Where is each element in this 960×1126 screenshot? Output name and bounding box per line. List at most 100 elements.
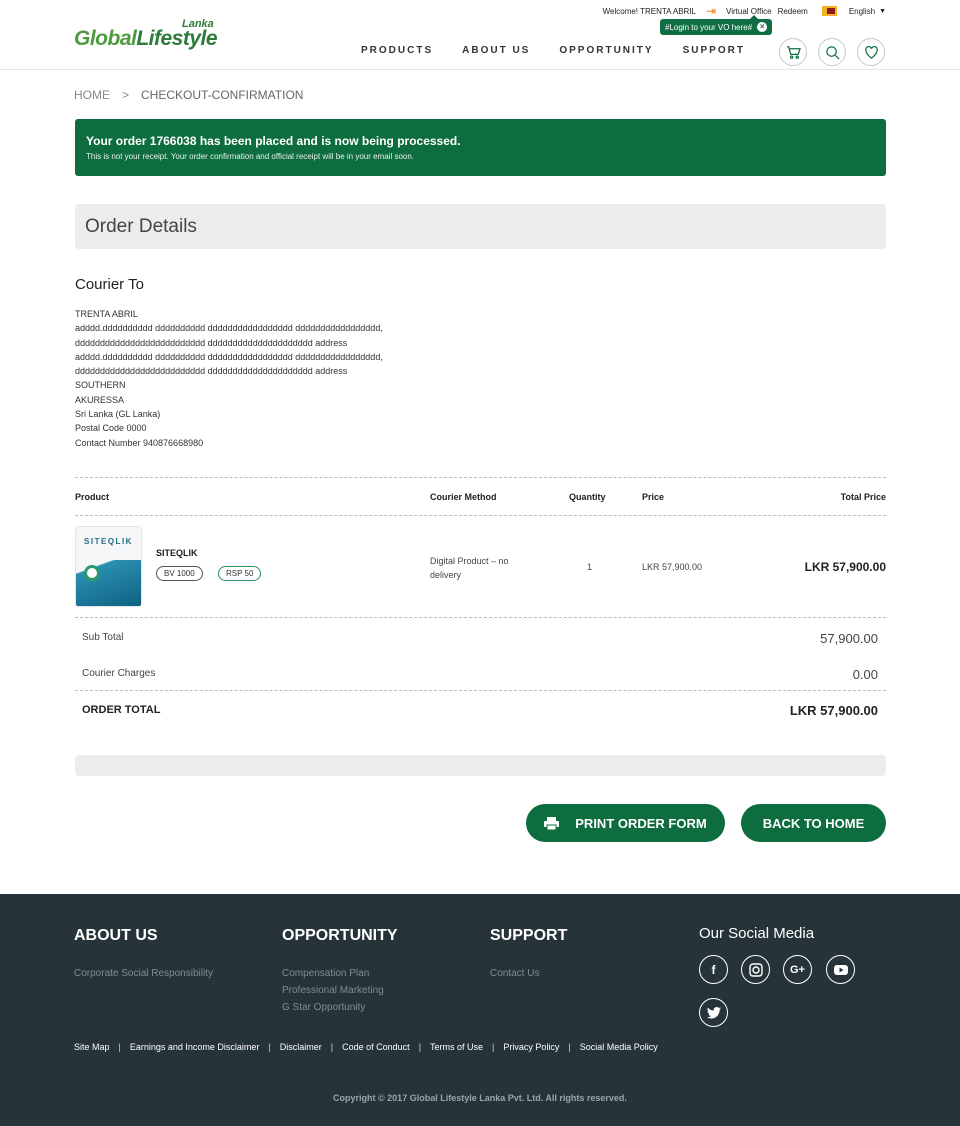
subtotal-label: Sub Total [82,632,124,643]
address-line: SOUTHERN [75,380,126,391]
footer-link-compensation[interactable]: Compensation Plan [282,965,398,982]
table-row: SITEQLIK SITEQLIK BV 1000 RSP 50 Digital… [75,516,886,618]
footer-bottom-links: Site Map | Earnings and Income Disclaimer… [74,1042,658,1052]
virtual-office-link[interactable]: Virtual Office [726,7,772,16]
bv-badge: BV 1000 [156,566,203,581]
order-total-value: LKR 57,900.00 [789,703,878,718]
redeem-link[interactable]: Redeem [778,7,808,16]
footer-support-title: SUPPORT [490,927,568,944]
subtotal-row: Sub Total 57,900.00 [75,618,886,654]
print-button-label: PRINT ORDER FORM [575,815,707,831]
copyright-text: Copyright © 2017 Global Lifestyle Lanka … [333,1093,627,1103]
footer-about-column: ABOUT US Corporate Social Responsibility [74,927,213,982]
logo-text-global: Global [74,27,137,50]
address-line: dddddddddddddddddddddddddd ddddddddddddd… [75,366,348,377]
order-placed-alert: Your order 1766038 has been placed and i… [75,119,886,176]
table-header-row: Product Courier Method Quantity Price To… [75,477,886,516]
footer-link-sitemap[interactable]: Site Map [74,1042,110,1052]
quantity-value: 1 [587,562,593,572]
language-selector[interactable]: English [849,7,875,16]
close-icon[interactable]: × [757,22,768,32]
subtotal-value: 57,900.00 [820,631,878,646]
address-line: TRENTA ABRIL [75,309,138,319]
site-header: GlobalLifestyle Lanka Welcome! TRENTA AB… [0,0,960,70]
nav-products[interactable]: PRODUCTS [361,45,433,56]
footer-about-title: ABOUT US [74,927,158,944]
back-to-home-button[interactable]: BACK TO HOME [741,804,886,842]
chevron-down-icon[interactable]: ▼ [879,8,886,15]
footer-link-code-of-conduct[interactable]: Code of Conduct [342,1042,410,1052]
courier-method-value: Digital Product – no delivery [430,556,509,580]
breadcrumb: HOME > CHECKOUT-CONFIRMATION [74,88,303,102]
footer-link-g-star[interactable]: G Star Opportunity [282,999,398,1016]
courier-charges-label: Courier Charges [82,668,156,679]
footer-support-column: SUPPORT Contact Us [490,927,567,982]
order-details-heading: Order Details [85,216,197,237]
col-courier-method: Courier Method [430,492,497,502]
virtual-office-tooltip: #Login to your VO here# × [660,15,773,35]
total-price-value: LKR 57,900.00 [804,560,886,574]
divider-bar [75,755,886,776]
twitter-icon[interactable] [699,998,728,1027]
logout-icon[interactable]: ⇥ [706,5,716,17]
footer-link-disclaimer[interactable]: Disclaimer [280,1042,322,1052]
footer-link-social-policy[interactable]: Social Media Policy [580,1042,658,1052]
youtube-icon[interactable] [826,955,855,984]
address-line: Postal Code 0000 [75,423,147,434]
nav-opportunity[interactable]: OPPORTUNITY [559,45,653,56]
footer-link-privacy[interactable]: Privacy Policy [503,1042,559,1052]
alert-title: Your order 1766038 has been placed and i… [86,134,461,148]
courier-address: TRENTA ABRIL adddd.dddddddddd dddddddddd… [75,307,383,450]
footer-link-terms[interactable]: Terms of Use [430,1042,483,1052]
product-name[interactable]: SITEQLIK [156,548,198,558]
header-icon-group [779,38,896,66]
alert-subtitle: This is not your receipt. Your order con… [86,152,415,161]
col-total-price: Total Price [840,492,886,502]
logo-text-lanka: Lanka [182,18,214,30]
product-image[interactable]: SITEQLIK [75,526,142,607]
address-line: Sri Lanka (GL Lanka) [75,409,161,420]
courier-charges-value: 0.00 [852,667,878,682]
product-image-text: SITEQLIK [76,527,141,560]
home-button-label: BACK TO HOME [762,815,865,831]
wishlist-button[interactable] [857,38,885,66]
col-quantity: Quantity [569,492,606,502]
price-value: LKR 57,900.00 [642,562,703,572]
breadcrumb-separator: > [122,88,130,102]
main-navigation: PRODUCTS ABOUT US OPPORTUNITY SUPPORT [361,45,774,56]
cart-icon [786,45,801,59]
social-media-title: Our Social Media [699,925,815,942]
cart-button[interactable] [779,38,807,66]
print-order-form-button[interactable]: PRINT ORDER FORM [526,804,725,842]
address-line: dddddddddddddddddddddddddd ddddddddddddd… [75,337,348,348]
order-details-heading-box: Order Details [75,204,886,249]
address-line: Contact Number 940876668980 [75,437,204,448]
address-line: adddd.dddddddddd dddddddddd dddddddddddd… [75,351,383,362]
brand-logo[interactable]: GlobalLifestyle Lanka [74,18,224,54]
footer-link-earnings-disclaimer[interactable]: Earnings and Income Disclaimer [130,1042,260,1052]
breadcrumb-current: CHECKOUT-CONFIRMATION [141,88,304,102]
nav-support[interactable]: SUPPORT [683,45,745,56]
footer-link-contact[interactable]: Contact Us [490,965,567,982]
facebook-icon[interactable]: f [699,955,728,984]
col-product: Product [75,492,110,502]
footer-opportunity-column: OPPORTUNITY Compensation Plan Profession… [282,927,398,1016]
order-items-table: Product Courier Method Quantity Price To… [75,477,886,728]
google-plus-icon[interactable]: G+ [783,955,812,984]
footer-link-csr[interactable]: Corporate Social Responsibility [74,965,213,982]
footer-link-professional-marketing[interactable]: Professional Marketing [282,982,398,999]
address-line: AKURESSA [75,394,125,405]
footer-opportunity-title: OPPORTUNITY [282,927,398,944]
breadcrumb-home[interactable]: HOME [74,88,110,102]
tooltip-text: #Login to your VO here# [665,22,753,32]
printer-icon [544,816,560,830]
order-total-row: ORDER TOTAL LKR 57,900.00 [75,690,886,728]
site-footer: ABOUT US Corporate Social Responsibility… [0,894,960,1126]
search-button[interactable] [818,38,846,66]
rsp-badge: RSP 50 [218,566,262,581]
sri-lanka-flag-icon [821,6,837,16]
instagram-icon[interactable] [741,955,770,984]
order-total-label: ORDER TOTAL [82,704,161,716]
nav-about-us[interactable]: ABOUT US [462,45,530,56]
address-line: adddd.dddddddddd dddddddddd dddddddddddd… [75,323,383,334]
